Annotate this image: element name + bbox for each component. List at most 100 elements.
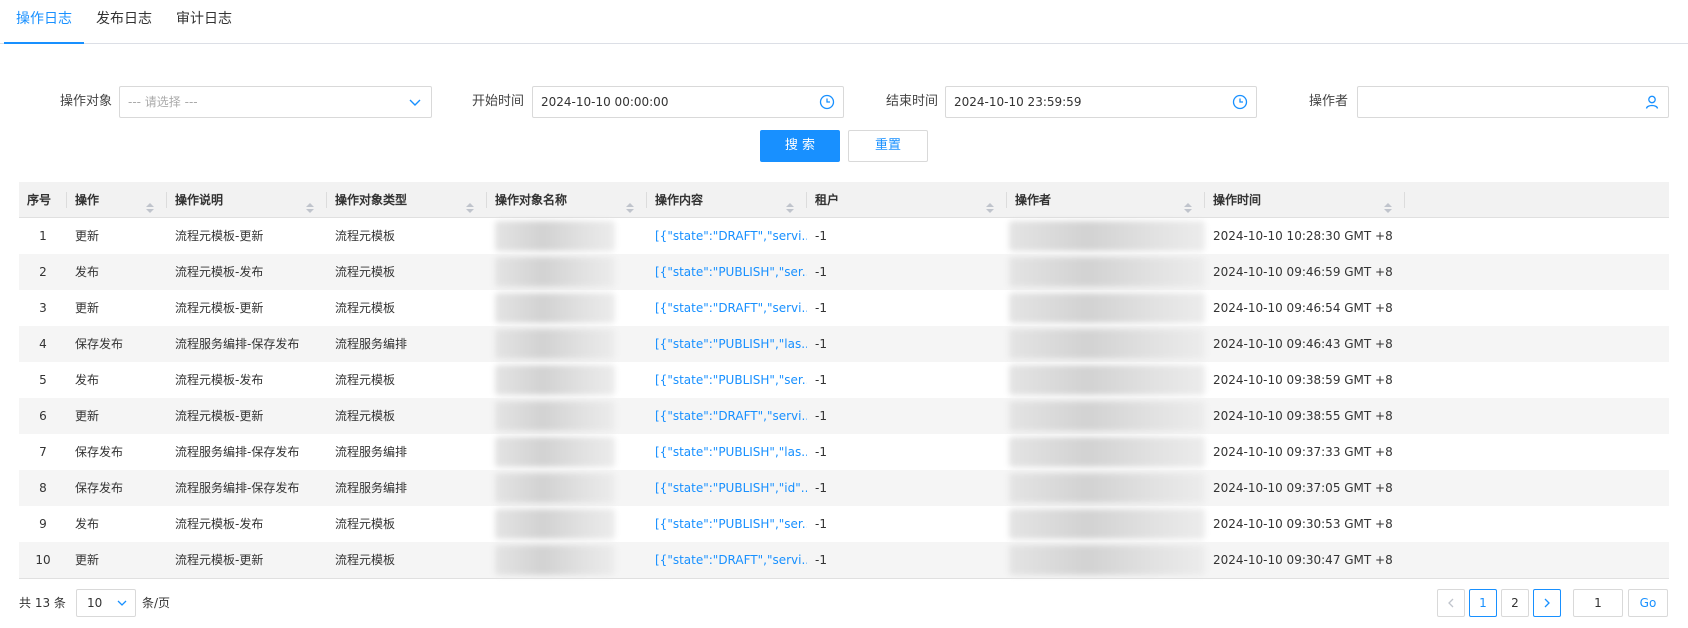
cell-tenant: -1 <box>815 373 827 387</box>
cell-time: 2024-10-10 09:46:43 GMT +8 <box>1213 337 1393 351</box>
sort-icon[interactable] <box>625 193 635 213</box>
reset-button[interactable]: 重置 <box>848 130 928 162</box>
cell-time: 2024-10-10 09:38:59 GMT +8 <box>1213 373 1393 387</box>
cell-object-type: 流程元模板 <box>335 373 396 387</box>
start-time-label: 开始时间 <box>471 94 524 109</box>
page-size-suffix: 条/页 <box>142 596 171 610</box>
column-header-tenant[interactable]: 租户 <box>807 182 1007 218</box>
table-row[interactable]: 7 保存发布 流程服务编排-保存发布 流程服务编排 [{"state":"PUB… <box>19 434 1669 470</box>
table-row[interactable]: 10 更新 流程元模板-更新 流程元模板 [{"state":"DRAFT","… <box>19 542 1669 578</box>
cell-tenant: -1 <box>815 409 827 423</box>
tab-audit-log[interactable]: 审计日志 <box>170 0 238 44</box>
end-time-label: 结束时间 <box>885 94 938 109</box>
cell-operation: 保存发布 <box>75 337 124 351</box>
clock-icon[interactable] <box>819 94 835 110</box>
cell-content-link[interactable]: [{"state":"DRAFT","servi... <box>647 398 807 434</box>
cell-content-link[interactable]: [{"state":"DRAFT","servi... <box>647 542 807 578</box>
page-2-button[interactable]: 2 <box>1501 589 1529 617</box>
search-button[interactable]: 搜 索 <box>760 130 840 162</box>
cell-operation: 更新 <box>75 229 100 243</box>
table-header: 序号 操作 操作说明 操作对象类型 操作对象名称 操作内容 租户 操作者 操作时… <box>19 182 1669 218</box>
target-select[interactable]: --- 请选择 --- <box>119 86 432 118</box>
goto-page-input[interactable]: 1 <box>1573 589 1623 617</box>
start-time-value: 2024-10-10 00:00:00 <box>541 95 669 109</box>
page-size-select[interactable]: 10 <box>76 589 136 617</box>
cell-content-link[interactable]: [{"state":"PUBLISH","ser... <box>647 506 807 542</box>
prev-page-button[interactable] <box>1437 589 1465 617</box>
sort-icon[interactable] <box>785 193 795 213</box>
column-header-operator[interactable]: 操作者 <box>1007 182 1205 218</box>
operator-input[interactable] <box>1357 86 1669 118</box>
redacted-object-name <box>495 473 615 503</box>
cell-tenant: -1 <box>815 229 827 243</box>
user-icon[interactable] <box>1644 94 1660 110</box>
cell-operation: 保存发布 <box>75 481 124 495</box>
cell-content-link[interactable]: [{"state":"PUBLISH","las... <box>647 434 807 470</box>
page-1-button[interactable]: 1 <box>1469 589 1497 617</box>
tab-operation-log[interactable]: 操作日志 <box>4 0 84 44</box>
start-time-input[interactable]: 2024-10-10 00:00:00 <box>532 86 844 118</box>
cell-no: 8 <box>39 481 47 495</box>
cell-time: 2024-10-10 09:30:53 GMT +8 <box>1213 517 1393 531</box>
cell-content-link[interactable]: [{"state":"DRAFT","servi... <box>647 218 807 254</box>
table-bottom-border <box>19 578 1669 579</box>
redacted-object-name <box>495 437 615 467</box>
end-time-input[interactable]: 2024-10-10 23:59:59 <box>945 86 1257 118</box>
redacted-object-name <box>495 257 615 287</box>
table-row[interactable]: 1 更新 流程元模板-更新 流程元模板 [{"state":"DRAFT","s… <box>19 218 1669 254</box>
cell-operation: 更新 <box>75 301 100 315</box>
table-row[interactable]: 8 保存发布 流程服务编排-保存发布 流程服务编排 [{"state":"PUB… <box>19 470 1669 506</box>
cell-no: 2 <box>39 265 47 279</box>
table-row[interactable]: 9 发布 流程元模板-发布 流程元模板 [{"state":"PUBLISH",… <box>19 506 1669 542</box>
redacted-operator <box>1009 509 1205 539</box>
tab-publish-log[interactable]: 发布日志 <box>90 0 158 44</box>
table-row[interactable]: 4 保存发布 流程服务编排-保存发布 流程服务编排 [{"state":"PUB… <box>19 326 1669 362</box>
column-header-operation[interactable]: 操作 <box>67 182 167 218</box>
total-count: 共 13 条 <box>19 596 66 610</box>
operator-label: 操作者 <box>1308 94 1348 109</box>
sort-icon[interactable] <box>985 193 995 213</box>
table-row[interactable]: 3 更新 流程元模板-更新 流程元模板 [{"state":"DRAFT","s… <box>19 290 1669 326</box>
cell-tenant: -1 <box>815 337 827 351</box>
redacted-operator <box>1009 401 1205 431</box>
column-header-description[interactable]: 操作说明 <box>167 182 327 218</box>
cell-no: 9 <box>39 517 47 531</box>
go-button[interactable]: Go <box>1628 589 1668 617</box>
sort-icon[interactable] <box>305 193 315 213</box>
column-header-object-name[interactable]: 操作对象名称 <box>487 182 647 218</box>
cell-content-link[interactable]: [{"state":"PUBLISH","ser... <box>647 254 807 290</box>
sort-icon[interactable] <box>465 193 475 213</box>
table-row[interactable]: 5 发布 流程元模板-发布 流程元模板 [{"state":"PUBLISH",… <box>19 362 1669 398</box>
cell-content-link[interactable]: [{"state":"PUBLISH","id"... <box>647 470 807 506</box>
sort-icon[interactable] <box>1383 193 1393 213</box>
cell-object-type: 流程元模板 <box>335 229 396 243</box>
cell-time: 2024-10-10 09:37:05 GMT +8 <box>1213 481 1393 495</box>
cell-no: 10 <box>35 553 51 567</box>
cell-time: 2024-10-10 10:28:30 GMT +8 <box>1213 229 1393 243</box>
table-row[interactable]: 6 更新 流程元模板-更新 流程元模板 [{"state":"DRAFT","s… <box>19 398 1669 434</box>
cell-content-link[interactable]: [{"state":"PUBLISH","las... <box>647 326 807 362</box>
table-row[interactable]: 2 发布 流程元模板-发布 流程元模板 [{"state":"PUBLISH",… <box>19 254 1669 290</box>
sort-icon[interactable] <box>145 193 155 213</box>
cell-operation: 发布 <box>75 265 100 279</box>
column-header-time[interactable]: 操作时间 <box>1205 182 1405 218</box>
cell-operation: 发布 <box>75 517 100 531</box>
redacted-object-name <box>495 401 615 431</box>
redacted-object-name <box>495 365 615 395</box>
next-page-button[interactable] <box>1533 589 1561 617</box>
redacted-object-name <box>495 329 615 359</box>
cell-object-type: 流程元模板 <box>335 553 396 567</box>
column-header-content[interactable]: 操作内容 <box>647 182 807 218</box>
clock-icon[interactable] <box>1232 94 1248 110</box>
cell-operation: 更新 <box>75 553 100 567</box>
cell-tenant: -1 <box>815 301 827 315</box>
cell-no: 1 <box>39 229 47 243</box>
cell-tenant: -1 <box>815 445 827 459</box>
cell-content-link[interactable]: [{"state":"DRAFT","servi... <box>647 290 807 326</box>
sort-icon[interactable] <box>1183 193 1193 213</box>
cell-object-type: 流程元模板 <box>335 409 396 423</box>
column-header-object-type[interactable]: 操作对象类型 <box>327 182 487 218</box>
chevron-down-icon <box>407 94 423 110</box>
cell-content-link[interactable]: [{"state":"PUBLISH","ser... <box>647 362 807 398</box>
cell-tenant: -1 <box>815 265 827 279</box>
